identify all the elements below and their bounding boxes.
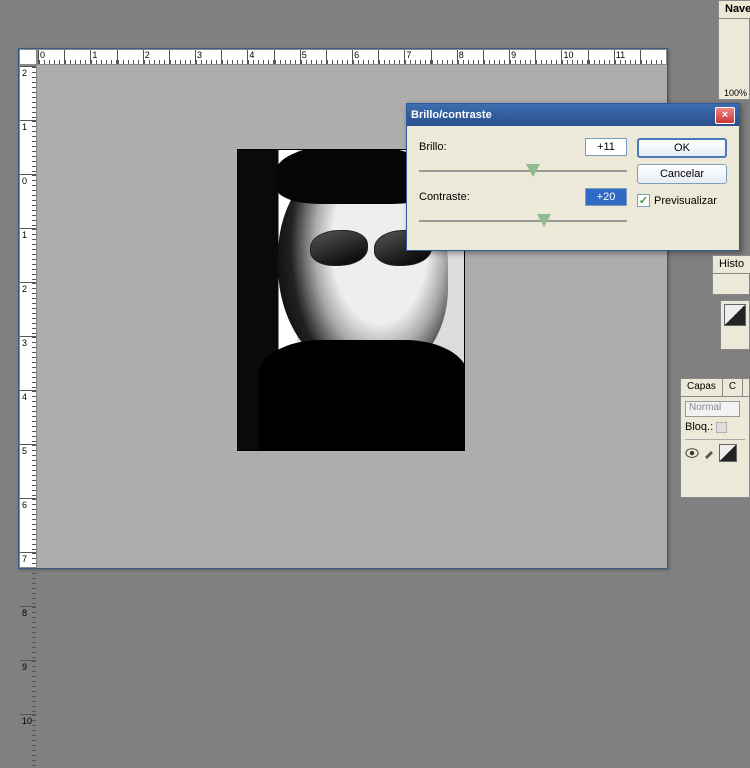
layer-row[interactable] bbox=[685, 439, 745, 462]
ruler-origin[interactable] bbox=[19, 49, 37, 65]
brightness-label: Brillo: bbox=[419, 141, 585, 153]
brush-icon[interactable] bbox=[703, 447, 715, 459]
navigator-palette[interactable]: Nave 100% bbox=[718, 0, 750, 100]
brightness-input[interactable] bbox=[585, 138, 627, 156]
history-thumbnail bbox=[724, 304, 746, 326]
contrast-slider-thumb[interactable] bbox=[537, 214, 551, 227]
dialog-close-button[interactable]: × bbox=[715, 107, 735, 124]
visibility-icon[interactable] bbox=[685, 447, 699, 459]
navigator-tab[interactable]: Nave bbox=[719, 1, 750, 18]
contrast-input[interactable] bbox=[585, 188, 627, 206]
contrast-label: Contraste: bbox=[419, 191, 585, 203]
dialog-titlebar[interactable]: Brillo/contraste × bbox=[407, 104, 739, 126]
contrast-slider[interactable] bbox=[419, 212, 627, 230]
lock-label: Bloq.: bbox=[685, 421, 713, 433]
blend-mode-select[interactable]: Normal bbox=[685, 401, 740, 417]
ok-button[interactable]: OK bbox=[637, 138, 727, 158]
preview-checkbox[interactable]: ✓ bbox=[637, 194, 650, 207]
horizontal-ruler[interactable]: 01234567891011 bbox=[37, 49, 667, 65]
brightness-slider-thumb[interactable] bbox=[526, 164, 540, 177]
thumbnail-palette[interactable] bbox=[720, 300, 750, 350]
dialog-title: Brillo/contraste bbox=[411, 109, 715, 121]
channels-tab[interactable]: C bbox=[723, 379, 743, 396]
brightness-slider[interactable] bbox=[419, 162, 627, 180]
brightness-contrast-dialog: Brillo/contraste × Brillo: Contraste: bbox=[406, 103, 740, 251]
history-tab[interactable]: Histo bbox=[713, 256, 750, 273]
vertical-ruler[interactable]: 21012345678910 bbox=[19, 65, 37, 568]
cancel-button[interactable]: Cancelar bbox=[637, 164, 727, 184]
zoom-level: 100% bbox=[724, 88, 747, 98]
layer-thumbnail[interactable] bbox=[719, 444, 737, 462]
layers-palette[interactable]: Capas C Normal Bloq.: bbox=[680, 378, 750, 498]
preview-label: Previsualizar bbox=[654, 195, 717, 207]
history-palette[interactable]: Histo bbox=[712, 255, 750, 295]
lock-transparent-icon[interactable] bbox=[716, 422, 727, 433]
layers-tab[interactable]: Capas bbox=[681, 379, 723, 396]
